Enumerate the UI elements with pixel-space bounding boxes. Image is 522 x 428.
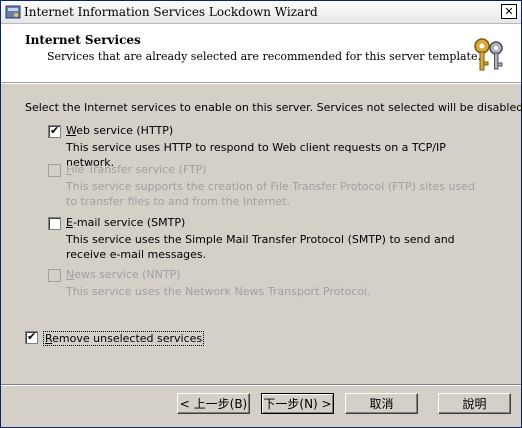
nntp-description: This service uses the Network News Trans… [66,285,371,298]
title-bar: Internet Information Services Lockdown W… [1,1,521,24]
ftp-description: This service supports the creation of Fi… [66,180,475,208]
ftp-checkbox[interactable] [48,164,61,177]
cancel-button[interactable]: 取消 [345,393,418,414]
http-label[interactable]: Web service (HTTP) [66,124,173,137]
wizard-window: Internet Information Services Lockdown W… [0,0,522,428]
next-button[interactable]: 下一步(N) > [261,393,334,414]
keys-icon [474,38,503,71]
intro-text: Select the Internet services to enable o… [25,101,522,114]
remove-unselected-label[interactable]: Remove unselected services [43,331,205,346]
footer-divider-highlight [1,385,521,386]
nntp-label[interactable]: News service (NNTP) [66,268,181,281]
page-subtitle: Services that are already selected are r… [47,50,481,63]
nntp-checkbox[interactable] [48,269,61,282]
close-icon: ✕ [504,5,514,18]
smtp-label[interactable]: E-mail service (SMTP) [66,216,185,229]
window-title: Internet Information Services Lockdown W… [24,5,318,19]
check-icon: ✔ [50,124,60,137]
http-checkbox[interactable]: ✔ [48,124,61,138]
check-icon: ✔ [27,330,37,343]
smtp-checkbox[interactable] [48,217,61,230]
back-button[interactable]: < 上一步(B) [177,393,250,414]
remove-unselected-checkbox[interactable]: ✔ [25,330,38,344]
wizard-header: Internet Services Services that are alre… [1,24,521,83]
close-button[interactable]: ✕ [501,4,517,19]
help-button[interactable]: 說明 [438,393,511,414]
page-title: Internet Services [25,33,141,47]
header-divider [1,83,521,84]
wizard-app-icon [5,5,21,19]
ftp-label[interactable]: File Transfer service (FTP) [66,163,207,176]
smtp-description: This service uses the Simple Mail Transf… [66,233,455,261]
